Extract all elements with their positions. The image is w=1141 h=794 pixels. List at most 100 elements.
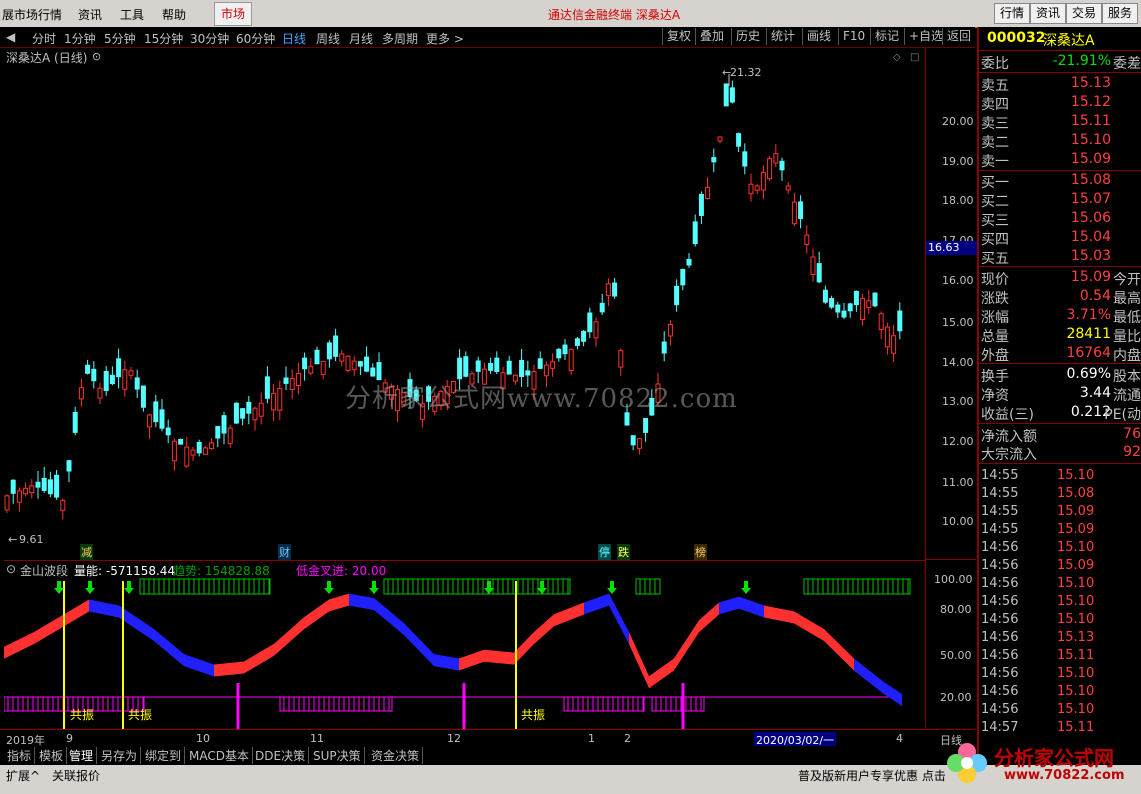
candle-body <box>599 302 605 313</box>
candle-body <box>97 387 103 399</box>
draw-line-button[interactable]: 画线 <box>802 28 835 45</box>
candle-body <box>581 330 587 342</box>
statistics-button[interactable]: 统计 <box>766 28 799 45</box>
menu-item-tools[interactable]: 工具 <box>120 6 144 23</box>
stat2-row-value: 3.44 <box>1079 385 1111 401</box>
flow-label: 净流入额 <box>981 429 1037 445</box>
stat-row-ext: 量比 <box>1113 329 1141 345</box>
f10-button[interactable]: F10 <box>838 28 869 45</box>
period-intraday[interactable]: 分时 <box>32 30 56 47</box>
tab-macd[interactable]: MACD基本 <box>186 747 253 764</box>
candle-body <box>202 447 208 455</box>
marker-reduce[interactable]: 减 <box>80 544 93 560</box>
candle-body <box>165 427 171 436</box>
tab-capital[interactable]: 资金决策 <box>368 747 424 764</box>
service-button[interactable]: 服务 <box>1102 3 1139 24</box>
axis-label: 18.00 <box>942 194 974 207</box>
add-watchlist-button[interactable]: +自选 <box>904 28 947 45</box>
candle-body <box>779 160 785 171</box>
bid-row-value: 15.08 <box>1070 172 1111 188</box>
trade-button[interactable]: 交易 <box>1066 3 1103 24</box>
tab-sup[interactable]: SUP决策 <box>310 747 365 764</box>
flow-label: 大宗流入 <box>981 447 1037 463</box>
indicator-chart[interactable] <box>4 560 925 729</box>
bid-row-label: 买二 <box>981 194 1009 210</box>
axis-label: 16.00 <box>942 274 974 287</box>
adjust-button[interactable]: 复权 <box>662 28 695 45</box>
tab-dde[interactable]: DDE决策 <box>252 747 310 764</box>
tab-template[interactable]: 模板 <box>36 747 68 764</box>
stat-row-ext: 最高 <box>1113 291 1141 307</box>
tab-save-as[interactable]: 另存为 <box>98 747 142 764</box>
menu-item-market-quotes[interactable]: 展市场行情 <box>2 6 62 23</box>
ask-row-label: 卖三 <box>981 116 1009 132</box>
marker-fall[interactable]: 跌 <box>617 544 630 560</box>
period-60min[interactable]: 60分钟 <box>236 30 275 47</box>
ind-axis-label: 100.00 <box>934 573 973 586</box>
back-button[interactable]: 返回 <box>942 28 975 45</box>
candle-body <box>72 411 78 433</box>
tick-price: 15.10 <box>1057 468 1095 483</box>
collapse-icon[interactable]: ◀ <box>6 30 15 44</box>
news-button[interactable]: 资讯 <box>1030 3 1067 24</box>
mark-button[interactable]: 标记 <box>870 28 903 45</box>
candle-body <box>54 474 60 498</box>
quotes-button[interactable]: 行情 <box>994 3 1031 24</box>
tab-bind-to[interactable]: 绑定到 <box>142 747 186 764</box>
candle-body <box>692 221 698 245</box>
stat2-row-label: 收益(三) <box>981 407 1034 423</box>
period-5min[interactable]: 5分钟 <box>104 30 136 47</box>
tab-manage[interactable]: 管理 <box>66 747 98 764</box>
candle-body <box>829 298 835 308</box>
bid-row-label: 买四 <box>981 232 1009 248</box>
tick-time: 14:56 <box>981 666 1019 681</box>
stat-row-value: 28411 <box>1066 326 1111 342</box>
period-30min[interactable]: 30分钟 <box>190 30 229 47</box>
candle-body <box>661 341 667 354</box>
marker-ranking[interactable]: 榜 <box>694 544 707 560</box>
tick-time: 14:55 <box>981 504 1019 519</box>
marker-suspend[interactable]: 停 <box>598 544 611 560</box>
period-weekly[interactable]: 周线 <box>316 30 340 47</box>
tick-time: 14:55 <box>981 468 1019 483</box>
expand-button[interactable]: 扩展^ <box>6 767 40 784</box>
candle-body <box>729 87 735 103</box>
stat2-row: 净资 3.44 流通 <box>981 385 1141 404</box>
period-monthly[interactable]: 月线 <box>349 30 373 47</box>
stat-row-value: 0.54 <box>1079 288 1111 304</box>
candle-body <box>636 438 642 449</box>
tick-price: 15.09 <box>1057 522 1095 537</box>
menu-item-help[interactable]: 帮助 <box>162 6 186 23</box>
bid-row-label: 买一 <box>981 175 1009 191</box>
window-title: 通达信金融终端 深桑达A <box>548 8 681 22</box>
candle-body <box>364 356 370 372</box>
stat2-row-value: 0.69% <box>1066 366 1111 382</box>
candlestick-chart[interactable] <box>4 48 925 558</box>
period-multi[interactable]: 多周期 <box>382 30 418 47</box>
candle-body <box>302 357 308 370</box>
bid-row: 买二 15.07 <box>981 191 1141 210</box>
tab-indicator[interactable]: 指标 <box>4 747 36 764</box>
history-button[interactable]: 历史 <box>731 28 764 45</box>
axis-label: 20.00 <box>942 115 974 128</box>
bid-row-label: 买三 <box>981 213 1009 229</box>
candle-body <box>754 185 760 191</box>
tick-price: 15.08 <box>1057 486 1095 501</box>
tick-row: 14:55 15.09 <box>981 504 1141 522</box>
stat-row-value: 15.09 <box>1070 269 1111 285</box>
stat-row-value: 16764 <box>1066 345 1111 361</box>
stat-row-label: 涨幅 <box>981 310 1009 326</box>
overlay-button[interactable]: 叠加 <box>695 28 728 45</box>
period-daily[interactable]: 日线 <box>282 30 306 47</box>
period-1min[interactable]: 1分钟 <box>64 30 96 47</box>
candle-body <box>370 367 376 377</box>
menu-item-news[interactable]: 资讯 <box>78 6 102 23</box>
stat-row-ext: 今开 <box>1113 272 1141 288</box>
period-more[interactable]: 更多 > <box>426 30 464 47</box>
marker-finance[interactable]: 财 <box>278 544 291 560</box>
period-15min[interactable]: 15分钟 <box>144 30 183 47</box>
axis-label: 11.00 <box>942 476 974 489</box>
market-button[interactable]: 市场 <box>214 2 253 26</box>
related-quotes-button[interactable]: 关联报价 <box>52 767 100 784</box>
promo-link[interactable]: 普及版新用户专享优惠 点击 <box>798 767 946 784</box>
